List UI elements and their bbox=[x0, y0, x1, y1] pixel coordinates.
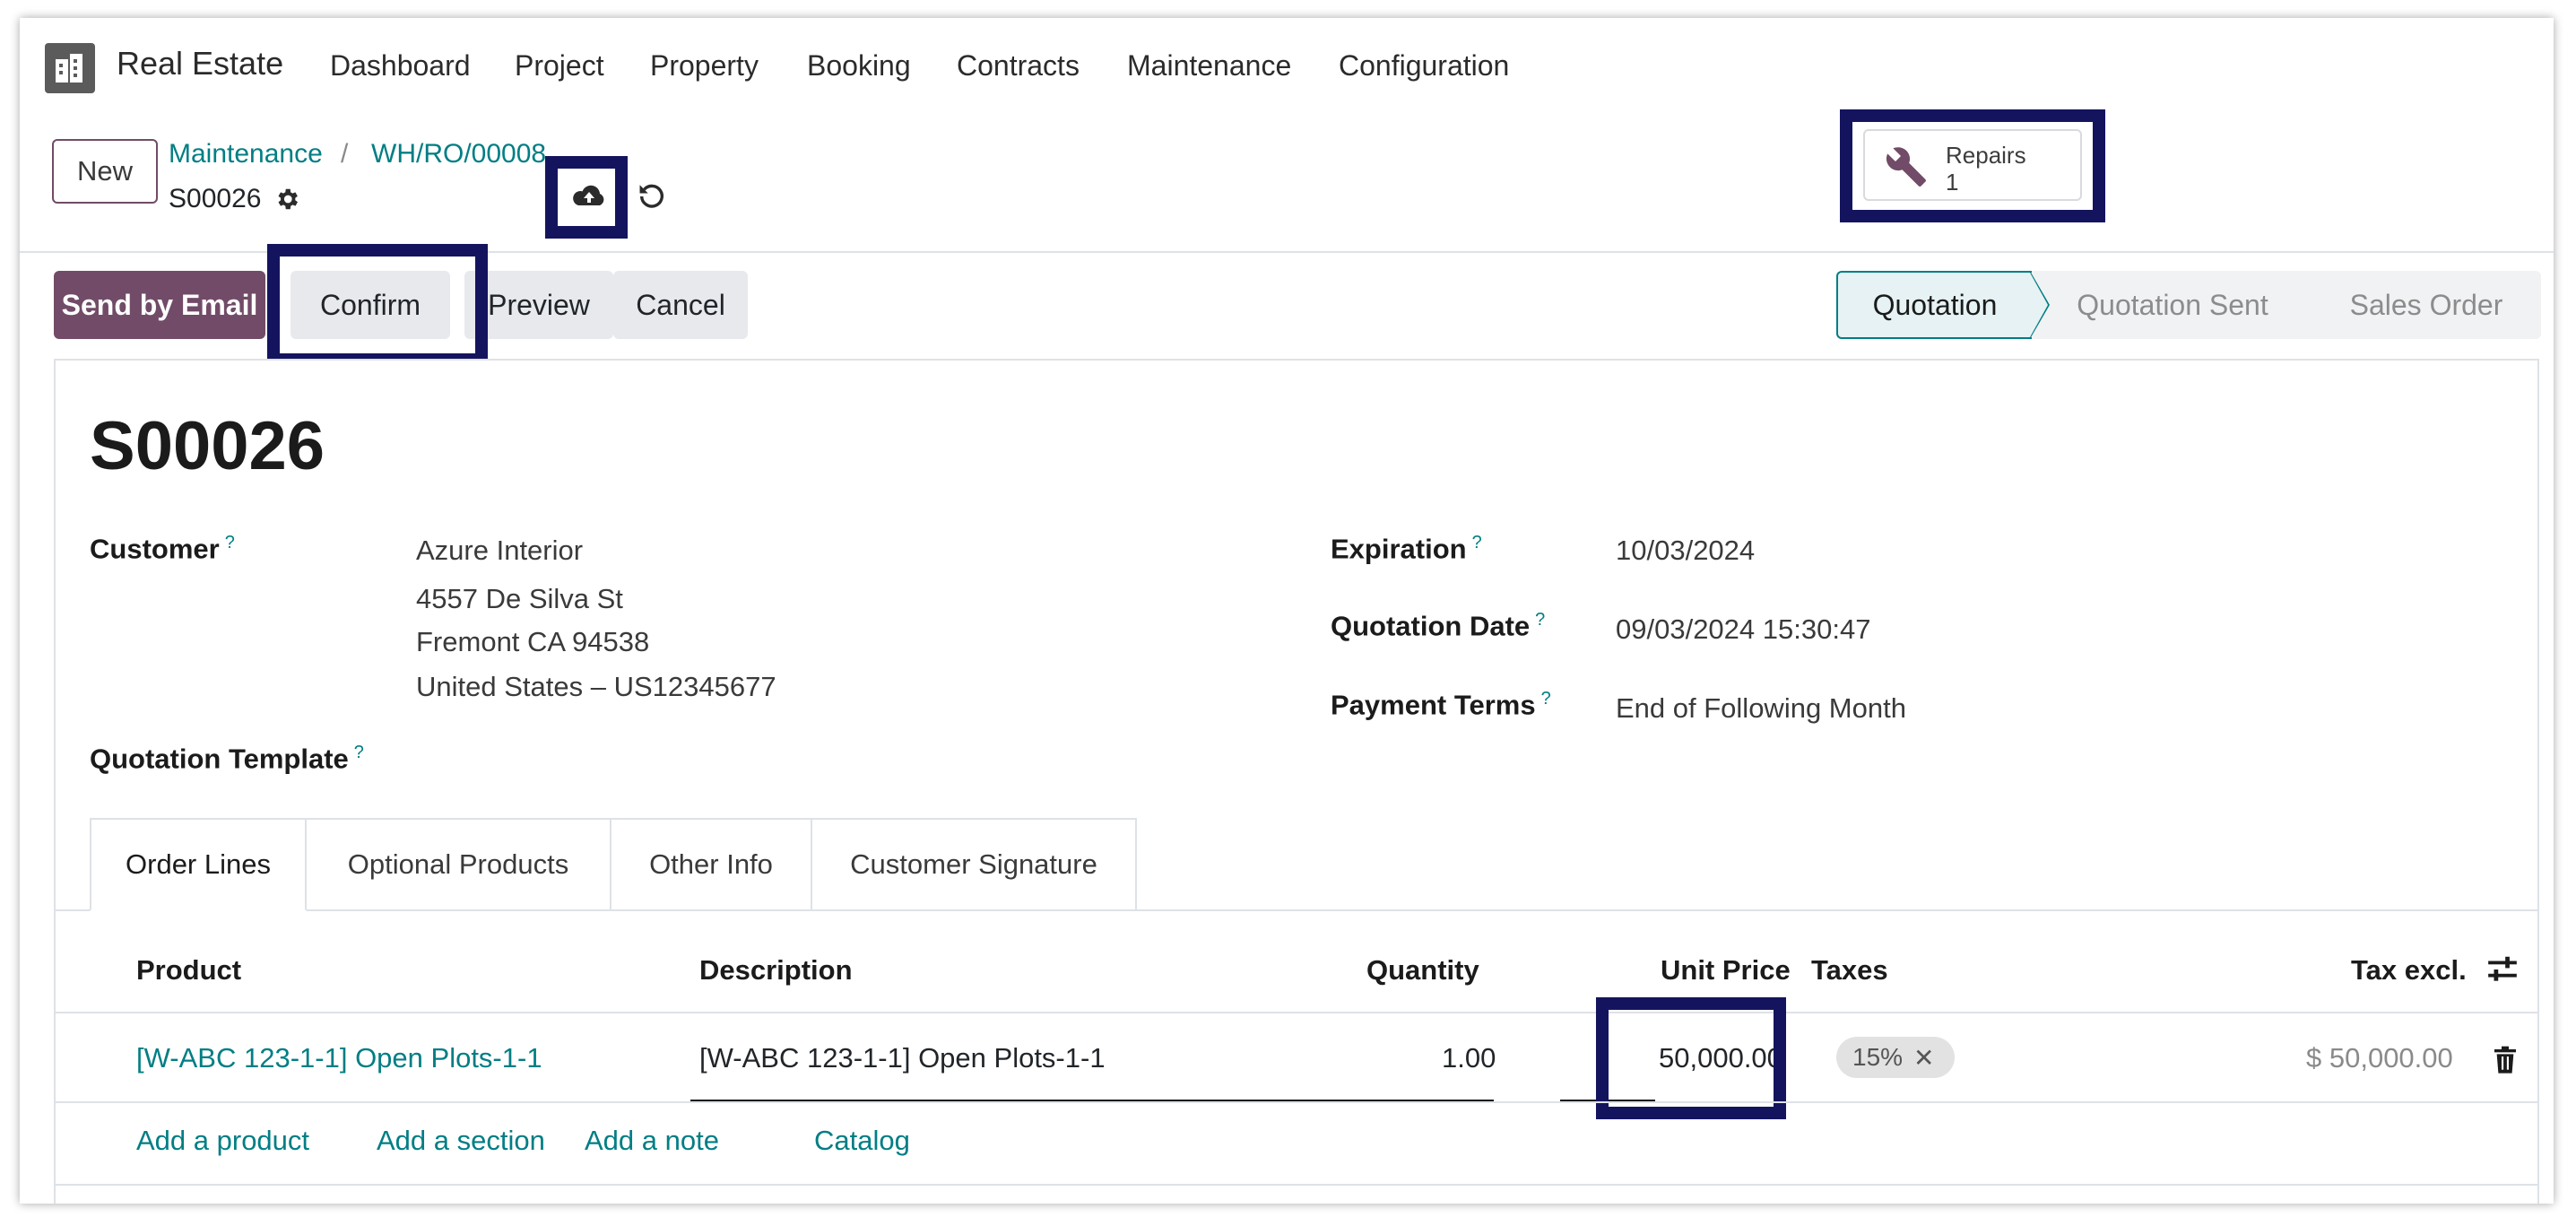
confirm-button[interactable]: Confirm bbox=[291, 271, 450, 339]
column-unit-price[interactable]: Unit Price bbox=[1661, 954, 1791, 987]
row-product[interactable]: [W-ABC 123-1-1] Open Plots-1-1 bbox=[136, 1042, 542, 1074]
stage-arrow-fill bbox=[2030, 273, 2048, 337]
breadcrumb-repair-order[interactable]: WH/RO/00008 bbox=[371, 139, 546, 170]
menu-project[interactable]: Project bbox=[515, 49, 604, 83]
stage-quotation-sent[interactable]: Quotation Sent bbox=[2051, 271, 2294, 339]
building-logo-icon[interactable] bbox=[45, 43, 95, 93]
customer-label-text: Customer bbox=[90, 533, 220, 565]
cancel-button[interactable]: Cancel bbox=[613, 271, 748, 339]
quotation-template-label-text: Quotation Template bbox=[90, 743, 349, 775]
customer-field[interactable]: Azure Interior bbox=[416, 535, 583, 567]
quotation-date-label: Quotation Date? bbox=[1331, 610, 1545, 642]
breadcrumb-separator: / bbox=[341, 139, 349, 169]
expiration-label: Expiration? bbox=[1331, 533, 1482, 565]
menu-property[interactable]: Property bbox=[650, 49, 759, 83]
form-sheet: S00026 Customer? Azure Interior 4557 De … bbox=[54, 359, 2539, 1204]
tab-order-lines[interactable]: Order Lines bbox=[90, 818, 307, 911]
repairs-label: Repairs bbox=[1946, 142, 2026, 169]
column-quantity[interactable]: Quantity bbox=[1366, 954, 1479, 987]
quotation-date-label-text: Quotation Date bbox=[1331, 610, 1531, 642]
trash-icon[interactable] bbox=[2493, 1046, 2518, 1079]
customer-address-line-1: 4557 De Silva St bbox=[416, 583, 623, 614]
add-product-link[interactable]: Add a product bbox=[136, 1125, 309, 1157]
menu-booking[interactable]: Booking bbox=[807, 49, 911, 83]
help-mark[interactable]: ? bbox=[1472, 533, 1482, 552]
tab-customer-signature[interactable]: Customer Signature bbox=[811, 818, 1137, 911]
row-unit-price[interactable]: 50,000.00 bbox=[1659, 1042, 1782, 1074]
app-window: Real Estate Dashboard Project Property B… bbox=[20, 18, 2554, 1204]
help-mark[interactable]: ? bbox=[1541, 689, 1551, 709]
header-divider bbox=[20, 251, 2554, 253]
expiration-label-text: Expiration bbox=[1331, 533, 1467, 565]
wrench-icon bbox=[1885, 145, 1928, 193]
preview-button[interactable]: Preview bbox=[464, 271, 613, 339]
menu-configuration[interactable]: Configuration bbox=[1339, 49, 1509, 83]
optional-columns-icon[interactable] bbox=[2485, 952, 2520, 991]
app-name[interactable]: Real Estate bbox=[117, 45, 283, 83]
catalog-link[interactable]: Catalog bbox=[814, 1125, 910, 1157]
row-quantity[interactable]: 1.00 bbox=[1442, 1042, 1496, 1074]
tax-tag[interactable]: 15% ✕ bbox=[1836, 1037, 1955, 1078]
table-row-divider bbox=[56, 1101, 2537, 1103]
payment-terms-label-text: Payment Terms bbox=[1331, 689, 1536, 721]
status-bar: Quotation Quotation Sent Sales Order bbox=[1836, 271, 2541, 339]
undo-icon[interactable] bbox=[637, 181, 667, 216]
tab-optional-products[interactable]: Optional Products bbox=[305, 818, 611, 911]
add-note-link[interactable]: Add a note bbox=[585, 1125, 719, 1157]
row-description[interactable]: [W-ABC 123-1-1] Open Plots-1-1 bbox=[699, 1042, 1106, 1074]
menu-contracts[interactable]: Contracts bbox=[957, 49, 1080, 83]
column-tax-excl[interactable]: Tax excl. bbox=[2351, 954, 2467, 987]
column-product[interactable]: Product bbox=[136, 954, 241, 987]
remove-tag-icon[interactable]: ✕ bbox=[1913, 1043, 1934, 1073]
top-navbar: Real Estate Dashboard Project Property B… bbox=[20, 18, 2554, 118]
new-button[interactable]: New bbox=[52, 139, 158, 204]
customer-label: Customer? bbox=[90, 533, 235, 565]
repairs-count: 1 bbox=[1946, 169, 1959, 196]
help-mark[interactable]: ? bbox=[225, 533, 235, 552]
quotation-date-field[interactable]: 09/03/2024 15:30:47 bbox=[1616, 613, 1870, 646]
cloud-upload-icon[interactable] bbox=[571, 183, 607, 214]
send-by-email-button[interactable]: Send by Email bbox=[54, 271, 265, 339]
stage-quotation[interactable]: Quotation bbox=[1836, 271, 2032, 339]
column-taxes[interactable]: Taxes bbox=[1811, 954, 1888, 987]
stage-sales-order[interactable]: Sales Order bbox=[2320, 271, 2532, 339]
column-description[interactable]: Description bbox=[699, 954, 853, 987]
table-footer-divider bbox=[56, 1184, 2537, 1186]
quotation-template-label: Quotation Template? bbox=[90, 743, 364, 775]
repairs-smart-button[interactable]: Repairs 1 bbox=[1863, 129, 2082, 201]
breadcrumb-maintenance[interactable]: Maintenance bbox=[169, 139, 323, 170]
help-mark[interactable]: ? bbox=[354, 743, 364, 762]
page-title: S00026 bbox=[90, 408, 325, 484]
tax-tag-label: 15% bbox=[1852, 1043, 1904, 1071]
payment-terms-label: Payment Terms? bbox=[1331, 689, 1551, 721]
customer-address-line-2: Fremont CA 94538 bbox=[416, 626, 650, 657]
tab-other-info[interactable]: Other Info bbox=[610, 818, 812, 911]
help-mark[interactable]: ? bbox=[1535, 610, 1545, 630]
menu-maintenance[interactable]: Maintenance bbox=[1127, 49, 1291, 83]
menu-dashboard[interactable]: Dashboard bbox=[330, 49, 471, 83]
row-subtotal: $ 50,000.00 bbox=[2306, 1042, 2453, 1074]
payment-terms-field[interactable]: End of Following Month bbox=[1616, 692, 1906, 725]
breadcrumb-current-record: S00026 bbox=[169, 184, 262, 213]
table-header-divider bbox=[56, 1012, 2537, 1013]
add-section-link[interactable]: Add a section bbox=[377, 1125, 545, 1157]
expiration-field[interactable]: 10/03/2024 bbox=[1616, 535, 1755, 567]
gear-icon[interactable] bbox=[273, 186, 300, 217]
customer-address-line-3: United States – US12345677 bbox=[416, 671, 776, 702]
